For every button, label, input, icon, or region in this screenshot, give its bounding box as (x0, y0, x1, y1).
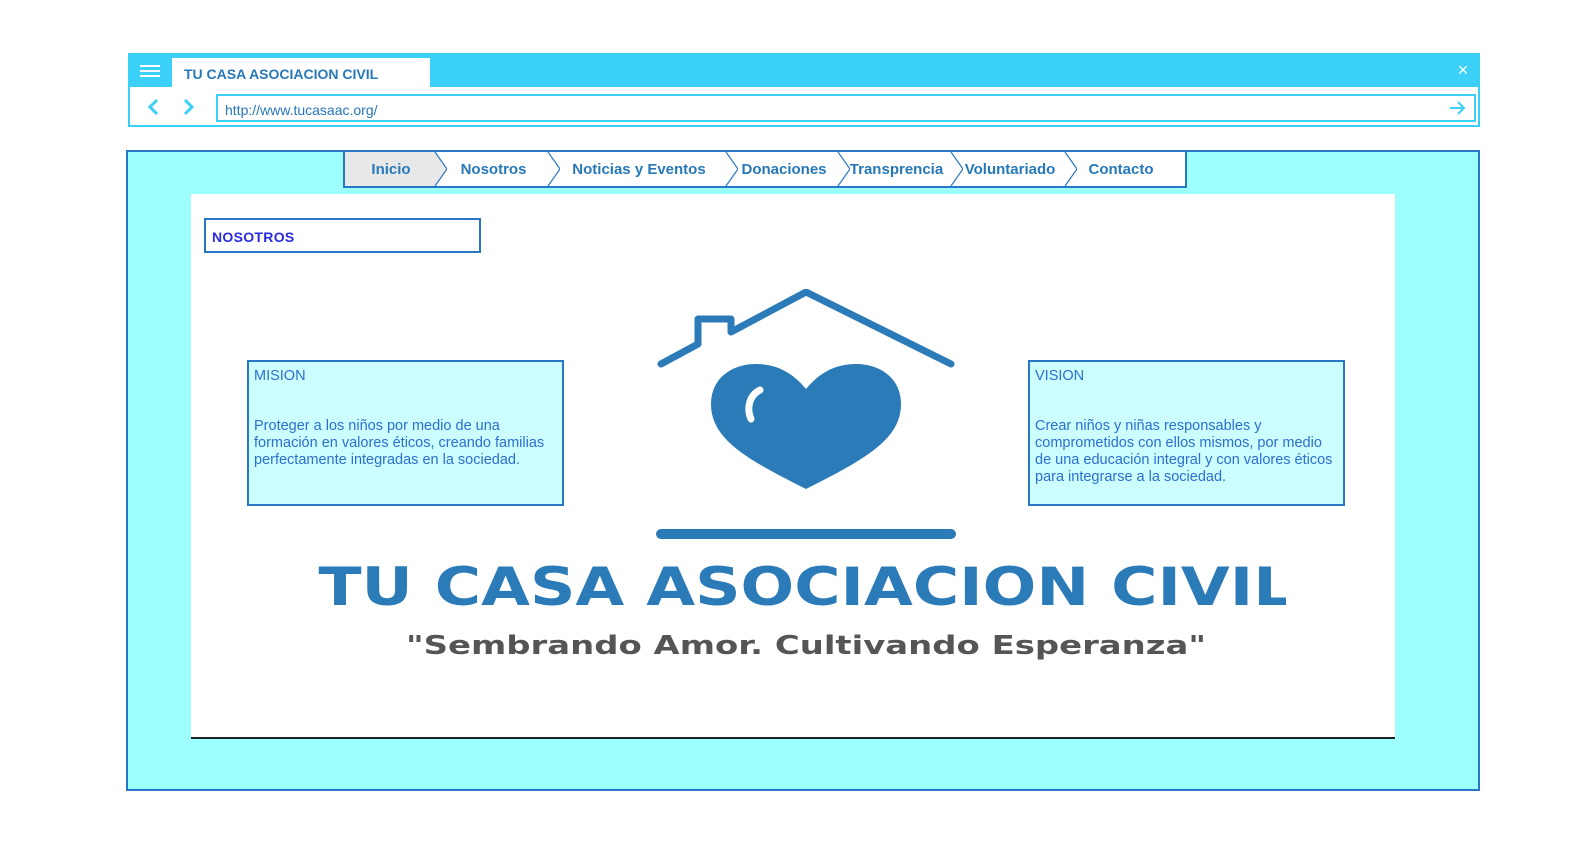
nav-separator (724, 152, 738, 186)
vision-text: Crear niños y niñas responsables y compr… (1035, 418, 1333, 485)
tab-bar: TU CASA ASOCIACION CIVIL × (130, 55, 1478, 87)
mision-text: Proteger a los niños por medio de una fo… (254, 418, 545, 468)
go-arrow-icon[interactable] (1448, 99, 1468, 117)
nav-label: Noticias y Eventos (572, 160, 706, 178)
forward-arrow-icon[interactable] (178, 95, 198, 119)
close-icon[interactable]: × (1454, 60, 1472, 80)
menu-icon[interactable] (138, 63, 162, 79)
back-arrow-icon[interactable] (144, 95, 164, 119)
nav-separator (1063, 152, 1077, 186)
section-title: NOSOTROS (204, 218, 481, 253)
mision-title: MISION (254, 368, 306, 384)
nav-label: Inicio (371, 160, 411, 178)
nav-label: Nosotros (460, 160, 527, 178)
nav-item-inicio[interactable]: Inicio (345, 152, 447, 186)
nav-item-contacto[interactable]: Contacto (1067, 152, 1175, 186)
url-text: http://www.tucasaac.org/ (225, 102, 378, 118)
nav-label: Transprencia (849, 160, 944, 178)
browser-tab[interactable]: TU CASA ASOCIACION CIVIL (172, 58, 430, 87)
nav-item-donaciones[interactable]: Donaciones (728, 152, 850, 186)
nav-item-transparencia[interactable]: Transprencia (840, 152, 963, 186)
house-roof-icon (657, 289, 955, 368)
nav-label: Donaciones (741, 160, 827, 178)
main-nav: Inicio Nosotros Noticias y Eventos Donac… (343, 150, 1187, 188)
content-area: NOSOTROS TU CASA ASOCIACION CIVIL "Sembr… (191, 194, 1395, 739)
nav-label: Contacto (1088, 160, 1154, 178)
address-bar[interactable]: http://www.tucasaac.org/ (216, 94, 1476, 122)
heart-icon (711, 364, 901, 489)
nav-separator (949, 152, 963, 186)
nav-separator (836, 152, 850, 186)
logo-underline (656, 529, 956, 539)
nav-separator (546, 152, 560, 186)
nav-label: Voluntariado (964, 160, 1056, 178)
logo-name: TU CASA ASOCIACION CIVIL (319, 557, 1287, 618)
nav-separator (433, 152, 447, 186)
mision-box: MISION Proteger a los niños por medio de… (247, 360, 564, 506)
page-frame: Inicio Nosotros Noticias y Eventos Donac… (126, 150, 1480, 791)
vision-title: VISION (1035, 368, 1085, 384)
vision-box: VISION Crear niños y niñas responsables … (1028, 360, 1345, 506)
browser-window: TU CASA ASOCIACION CIVIL × http://www.tu… (128, 53, 1480, 127)
nav-item-nosotros[interactable]: Nosotros (437, 152, 560, 186)
nav-item-noticias[interactable]: Noticias y Eventos (550, 152, 738, 186)
nav-item-voluntariado[interactable]: Voluntariado (953, 152, 1077, 186)
logo-slogan: "Sembrando Amor. Cultivando Esperanza" (406, 631, 1206, 661)
